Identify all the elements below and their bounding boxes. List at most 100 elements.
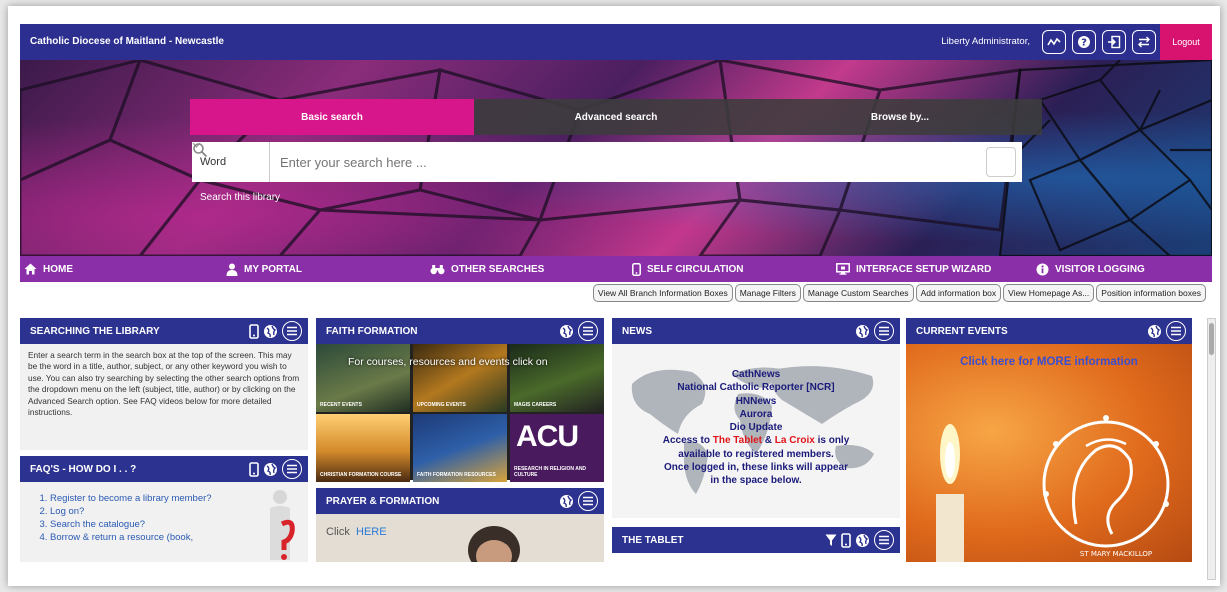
nav-visitor-logging[interactable]: VISITOR LOGGING xyxy=(1036,256,1145,282)
menu-icon[interactable] xyxy=(874,530,894,550)
current-events-title: CURRENT EVENTS xyxy=(916,325,1008,337)
nav-home-label: HOME xyxy=(43,263,73,275)
events-more-info-link[interactable]: Click here for MORE information xyxy=(906,356,1192,368)
mobile-icon[interactable] xyxy=(841,532,851,548)
manage-custom-searches-button[interactable]: Manage Custom Searches xyxy=(802,284,914,302)
search-bar: Word xyxy=(192,142,1022,182)
search-button[interactable] xyxy=(193,143,1016,177)
logout-button[interactable]: Logout xyxy=(1160,24,1212,60)
tab-advanced-search[interactable]: Advanced search xyxy=(474,99,758,135)
mobile-icon[interactable] xyxy=(249,323,259,339)
panel-controls xyxy=(249,321,302,341)
tile-magis-careers[interactable]: MAGIS CAREERS xyxy=(510,344,604,412)
globe-icon[interactable] xyxy=(855,324,870,339)
user-name: Liberty Administrator, xyxy=(941,36,1030,47)
tab-basic-search[interactable]: Basic search xyxy=(190,99,474,135)
tile-label: CHRISTIAN FORMATION COURSE xyxy=(320,472,402,478)
globe-icon[interactable] xyxy=(559,324,574,339)
position-information-boxes-button[interactable]: Position information boxes xyxy=(1096,284,1206,302)
tile-label: FAITH FORMATION RESOURCES xyxy=(417,472,496,478)
scrollbar-thumb[interactable] xyxy=(1209,323,1214,355)
search-input[interactable] xyxy=(270,142,986,182)
lacroix-link[interactable]: La Croix xyxy=(775,435,815,446)
switch-icon[interactable] xyxy=(1132,30,1156,54)
main-nav: HOME MY PORTAL OTHER SEARCHES SELF CIRCU… xyxy=(20,256,1212,282)
news-info-line: available to registered members. xyxy=(678,448,834,460)
nav-home[interactable]: HOME xyxy=(24,256,73,282)
news-header: NEWS xyxy=(612,318,900,344)
globe-icon[interactable] xyxy=(855,533,870,548)
user-icon xyxy=(226,263,238,276)
home-icon xyxy=(24,263,37,275)
menu-icon[interactable] xyxy=(874,321,894,341)
nav-visitor-logging-label: VISITOR LOGGING xyxy=(1055,263,1145,275)
prayer-here-link[interactable]: HERE xyxy=(356,526,387,538)
the-tablet-title: THE TABLET xyxy=(622,534,684,546)
panel-controls xyxy=(825,530,894,550)
tile-upcoming-events[interactable]: UPCOMING EVENTS xyxy=(413,344,507,412)
panel-controls xyxy=(1147,321,1186,341)
view-all-branch-info-button[interactable]: View All Branch Information Boxes xyxy=(592,284,733,302)
tab-browse-by[interactable]: Browse by... xyxy=(758,99,1042,135)
faq-title: FAQ'S - HOW DO I . . ? xyxy=(30,463,137,475)
tablet-link[interactable]: The Tablet xyxy=(713,435,762,446)
news-link-cathnews[interactable]: CathNews xyxy=(612,368,900,381)
mobile-icon[interactable] xyxy=(249,461,259,477)
login-icon[interactable] xyxy=(1102,30,1126,54)
news-link-aurora[interactable]: Aurora xyxy=(612,408,900,421)
tile-faith-formation-resources[interactable]: FAITH FORMATION RESOURCES xyxy=(413,414,507,482)
prayer-click-text: Click xyxy=(326,526,350,538)
scrollbar[interactable] xyxy=(1207,318,1216,580)
question-figure-image xyxy=(270,490,295,560)
news-link-hnnews[interactable]: HNNews xyxy=(612,395,900,408)
globe-icon[interactable] xyxy=(1147,324,1162,339)
tile-christian-formation-course[interactable]: CHRISTIAN FORMATION COURSE xyxy=(316,414,410,482)
searching-library-header: SEARCHING THE LIBRARY xyxy=(20,318,308,344)
site-title[interactable]: Catholic Diocese of Maitland - Newcastle xyxy=(30,36,224,47)
amp-text: & xyxy=(762,435,775,447)
news-link-dio-update[interactable]: Dio Update xyxy=(612,421,900,434)
faith-overlay-text[interactable]: For courses, resources and events click … xyxy=(348,356,548,368)
tile-label: RECENT EVENTS xyxy=(320,402,362,408)
tile-recent-events[interactable]: RECENT EVENTS xyxy=(316,344,410,412)
news-link-ncr[interactable]: National Catholic Reporter [NCR] xyxy=(612,381,900,394)
panel-controls xyxy=(559,321,598,341)
menu-icon[interactable] xyxy=(282,321,302,341)
filter-icon[interactable] xyxy=(825,534,837,547)
nav-other-searches-label: OTHER SEARCHES xyxy=(451,263,545,275)
news-links: CathNews National Catholic Reporter [NCR… xyxy=(612,368,900,488)
prayer-formation-title: PRAYER & FORMATION xyxy=(326,495,440,507)
nav-other-searches[interactable]: OTHER SEARCHES xyxy=(430,256,544,282)
news-body: CathNews National Catholic Reporter [NCR… xyxy=(612,344,900,518)
manage-filters-button[interactable]: Manage Filters xyxy=(734,284,801,302)
view-homepage-as-button[interactable]: View Homepage As... xyxy=(1003,284,1095,302)
nav-my-portal-label: MY PORTAL xyxy=(244,263,302,275)
nav-my-portal[interactable]: MY PORTAL xyxy=(226,256,302,282)
access-prefix: Access to xyxy=(662,435,713,447)
add-information-box-button[interactable]: Add information box xyxy=(915,284,1002,302)
top-icons: ? xyxy=(1042,30,1156,54)
menu-icon[interactable] xyxy=(578,491,598,511)
nav-interface-setup-wizard[interactable]: INTERFACE SETUP WIZARD xyxy=(836,256,991,282)
prayer-formation-header: PRAYER & FORMATION xyxy=(316,488,604,514)
globe-icon[interactable] xyxy=(263,324,278,339)
logo-text: ST MARY MACKILLOP xyxy=(1080,550,1152,558)
menu-icon[interactable] xyxy=(578,321,598,341)
menu-icon[interactable] xyxy=(282,459,302,479)
help-icon[interactable]: ? xyxy=(1072,30,1096,54)
globe-icon[interactable] xyxy=(559,494,574,509)
panel-controls xyxy=(249,459,302,479)
tile-research-religion-culture[interactable]: ACU RESEARCH IN RELIGION AND CULTURE xyxy=(510,414,604,482)
menu-icon[interactable] xyxy=(1166,321,1186,341)
faith-formation-header: FAITH FORMATION xyxy=(316,318,604,344)
hero-banner: Basic search Advanced search Browse by..… xyxy=(20,60,1212,256)
nav-self-circulation[interactable]: SELF CIRCULATION xyxy=(632,256,743,282)
mobile-icon xyxy=(632,262,641,276)
search-tabs: Basic search Advanced search Browse by..… xyxy=(190,99,1042,135)
search-scope-label[interactable]: Search this library xyxy=(200,192,280,203)
globe-icon[interactable] xyxy=(263,462,278,477)
activity-icon[interactable] xyxy=(1042,30,1066,54)
panel-controls xyxy=(855,321,894,341)
nav-self-circulation-label: SELF CIRCULATION xyxy=(647,263,744,275)
faith-formation-title: FAITH FORMATION xyxy=(326,325,418,337)
